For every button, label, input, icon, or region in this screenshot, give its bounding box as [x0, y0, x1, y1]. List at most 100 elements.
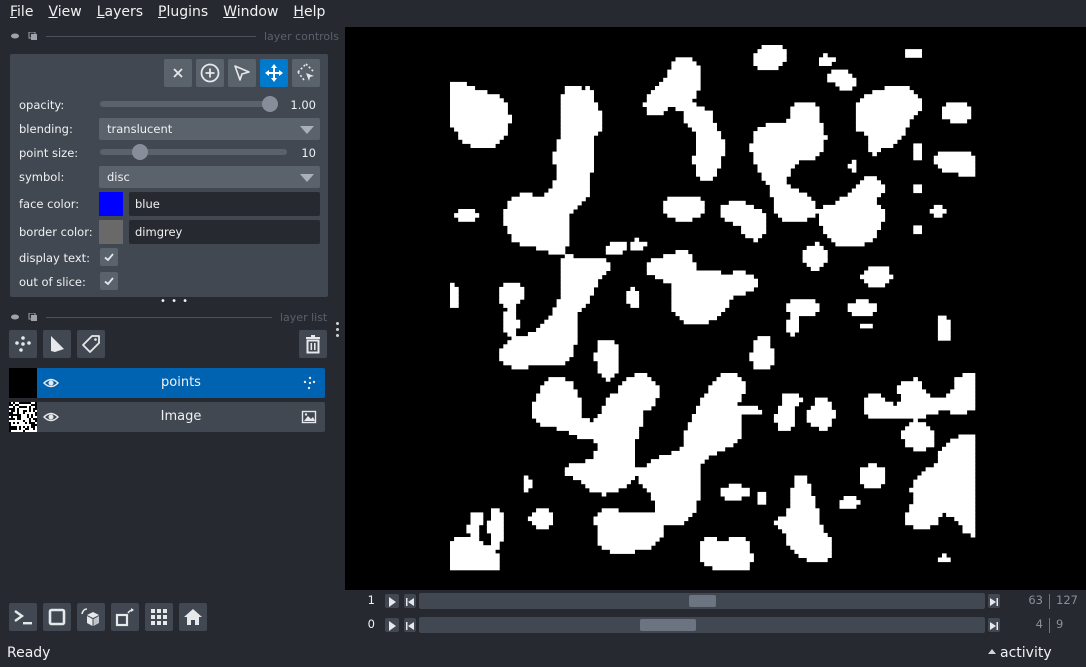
dims-slider-track[interactable] [419, 617, 985, 633]
axis-label[interactable]: 1 [365, 593, 375, 607]
blob-pixel-run [773, 418, 795, 423]
float-dock-icon[interactable] [10, 32, 20, 40]
menu-help[interactable]: Help [293, 4, 325, 20]
current-frame[interactable]: 63 [1005, 593, 1043, 607]
transform-button[interactable] [292, 59, 320, 87]
face-color-swatch[interactable] [99, 192, 123, 216]
last-frame-button[interactable] [988, 594, 1000, 608]
menu-view[interactable]: View [48, 4, 81, 20]
blob-pixel-run [905, 520, 939, 526]
layer-item-body[interactable]: points [37, 368, 325, 398]
face-color-input[interactable]: blue [129, 192, 320, 216]
blob-pixel-run [827, 73, 853, 79]
blob-pixel-run [675, 217, 693, 222]
blob-pixel-run [901, 434, 935, 440]
viewer-canvas[interactable] [345, 27, 1086, 590]
border-color-input[interactable]: dimgrey [129, 220, 320, 244]
blob-pixel-run [942, 114, 972, 120]
symbol-dropdown[interactable]: disc [99, 166, 320, 188]
new-labels-layer-button[interactable] [77, 330, 105, 358]
float-dock-icon[interactable] [10, 313, 20, 321]
play-button[interactable] [385, 594, 399, 608]
menu-layers[interactable]: Layers [97, 4, 143, 20]
console-button[interactable] [9, 603, 37, 631]
blob-pixel-run [470, 532, 480, 538]
point-size-slider[interactable] [100, 144, 287, 160]
thumb-pixel [33, 412, 35, 414]
thumb-pixel [23, 428, 25, 430]
pan-zoom-button[interactable] [260, 59, 288, 87]
point-size-slider-handle[interactable] [131, 144, 148, 160]
delete-points-button[interactable] [164, 59, 192, 87]
blob-pixel-run [696, 131, 722, 136]
blob-pixel-run [696, 135, 722, 140]
opacity-slider[interactable] [100, 96, 278, 112]
delete-layer-button[interactable] [299, 330, 327, 358]
blob-pixel-run [679, 315, 717, 321]
thumb-pixel [25, 416, 27, 418]
close-dock-icon[interactable] [28, 313, 38, 321]
blob-pixel-run [560, 106, 599, 112]
activity-button[interactable]: activity [988, 645, 1052, 661]
first-frame-button[interactable] [404, 618, 416, 632]
blob-pixel-run [523, 479, 533, 485]
blob-pixel-run [507, 204, 578, 210]
out-of-slice-checkbox[interactable] [100, 272, 118, 290]
blob-pixel-run [675, 106, 705, 112]
display-text-checkbox[interactable] [100, 248, 118, 266]
blob-pixel-run [720, 204, 754, 210]
dock-splitter-handle[interactable] [336, 322, 340, 340]
roll-dims-button[interactable] [77, 603, 105, 631]
dims-slider-thumb[interactable] [640, 619, 697, 631]
blob-pixel-run [450, 549, 496, 554]
blob-pixel-run [868, 414, 927, 419]
blending-dropdown[interactable]: translucent [99, 118, 320, 140]
blob-pixel-run [851, 168, 857, 173]
blob-pixel-run [450, 561, 500, 567]
blob-pixel-run [794, 479, 808, 485]
blob-pixel-run [831, 237, 873, 243]
dims-slider-track[interactable] [419, 593, 985, 609]
axis-label[interactable]: 0 [365, 617, 375, 631]
current-frame[interactable]: 4 [1005, 617, 1043, 631]
ndisplay-button[interactable] [43, 603, 71, 631]
add-points-button[interactable] [196, 59, 224, 87]
last-frame-button[interactable] [988, 618, 1000, 632]
layer-item-image[interactable]: Image [9, 402, 325, 432]
border-color-swatch[interactable] [99, 220, 123, 244]
blob-pixel-run [753, 340, 771, 345]
blob-pixel-run [786, 307, 820, 312]
thumb-pixel [27, 422, 29, 424]
menu-file[interactable]: File [10, 4, 33, 20]
menu-plugins[interactable]: Plugins [158, 4, 208, 20]
blob-pixel-run [597, 442, 635, 448]
blob-pixel-run [769, 184, 791, 189]
new-points-layer-button[interactable] [9, 330, 37, 358]
close-dock-icon[interactable] [28, 32, 38, 40]
blob-pixel-run [499, 291, 525, 296]
thumb-pixel [9, 420, 11, 422]
layer-item-body[interactable]: Image [37, 402, 325, 432]
dims-slider-thumb[interactable] [688, 595, 716, 607]
dims-slider-axis-1: 1 63 127 [345, 591, 1086, 611]
home-button[interactable] [179, 603, 207, 631]
menu-window[interactable]: Window [223, 4, 278, 20]
blob-pixel-run [450, 90, 488, 95]
blob-pixel-run [597, 524, 664, 530]
select-points-button[interactable] [228, 59, 256, 87]
grid-view-button[interactable] [145, 603, 173, 631]
blob-pixel-run [909, 487, 976, 493]
transpose-dims-button[interactable] [111, 603, 139, 631]
new-shapes-layer-button[interactable] [43, 330, 71, 358]
blob-pixel-run [536, 524, 549, 530]
blob-pixel-run [605, 401, 656, 407]
first-frame-button[interactable] [404, 594, 416, 608]
blob-pixel-run [646, 270, 722, 276]
play-button[interactable] [385, 618, 399, 632]
blob-pixel-run [921, 471, 976, 476]
blob-pixel-run [765, 180, 787, 185]
layer-item-points[interactable]: points [9, 368, 325, 398]
opacity-slider-handle[interactable] [262, 96, 278, 112]
dock-resize-handle[interactable]: • • • [160, 297, 189, 307]
blob-pixel-run [843, 496, 857, 501]
